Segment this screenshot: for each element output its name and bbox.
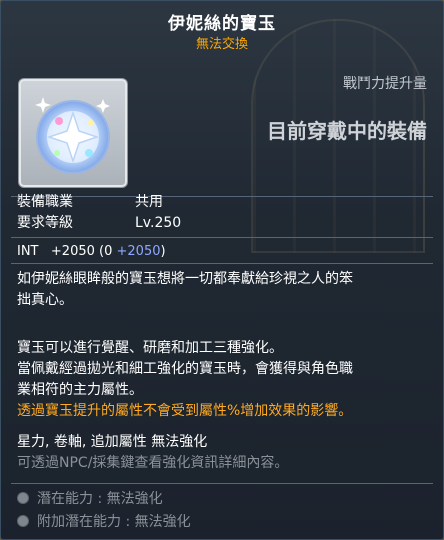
info-line: 當佩戴經過拋光和細工強化的寶玉時，會獲得與角色職 bbox=[17, 361, 353, 377]
divider bbox=[11, 483, 433, 484]
potential-bullet-icon bbox=[17, 492, 29, 504]
job-label: 裝備職業 bbox=[17, 194, 73, 210]
item-tooltip: 伊妮絲的寶玉 無法交換 戰鬥力提升量 目前穿戴中的裝備 裝備職業 共用 要求等級… bbox=[0, 0, 444, 540]
potential-row: 潛在能力 : 無法強化 bbox=[17, 488, 163, 508]
stat-bonus: +2050 bbox=[116, 244, 161, 259]
info-line: 業相符的主力屬性。 bbox=[17, 382, 143, 398]
npc-hint-line: 可透過NPC/採集鍵查看強化資訊詳細內容。 bbox=[17, 455, 289, 471]
stat-base: (0 bbox=[99, 244, 113, 259]
stat-percent-warning: 透過寶玉提升的屬性不會受到屬性%增加效果的影響。 bbox=[17, 403, 353, 419]
level-label: 要求等級 bbox=[17, 215, 73, 231]
level-requirement-row: 要求等級 Lv.250 bbox=[17, 212, 181, 232]
inner-ability-gem-icon bbox=[35, 97, 110, 174]
currently-equipped-label: 目前穿戴中的裝備 bbox=[267, 119, 427, 143]
no-enhance-line: 星力, 卷軸, 追加屬性 無法強化 bbox=[17, 434, 208, 450]
divider bbox=[11, 263, 433, 264]
stat-name: INT bbox=[17, 244, 39, 259]
trade-status: 無法交換 bbox=[195, 37, 248, 52]
additional-potential-row: 附加潛在能力 : 無法強化 bbox=[17, 511, 191, 531]
int-stat-row: INT +2050 (0 +2050) bbox=[17, 244, 166, 259]
power-increase-label: 戰鬥力提升量 bbox=[343, 76, 427, 92]
job-value: 共用 bbox=[135, 194, 163, 210]
enhancement-info: 寶玉可以進行覺醒、研磨和加工三種強化。 當佩戴經過拋光和細工強化的寶玉時，會獲得… bbox=[17, 338, 431, 474]
flavor-line: 拙真心。 bbox=[17, 292, 73, 308]
flavor-text: 如伊妮絲眼眸般的寶玉想將一切都奉獻給珍視之人的笨 拙真心。 bbox=[17, 269, 431, 311]
flavor-line: 如伊妮絲眼眸般的寶玉想將一切都奉獻給珍視之人的笨 bbox=[17, 271, 353, 287]
stat-close: ) bbox=[160, 244, 166, 259]
item-icon-frame bbox=[18, 78, 128, 188]
potential-text: 潛在能力 : 無法強化 bbox=[37, 491, 163, 507]
additional-potential-text: 附加潛在能力 : 無法強化 bbox=[37, 514, 191, 530]
divider bbox=[11, 237, 433, 238]
stat-total: +2050 bbox=[50, 244, 95, 259]
item-name: 伊妮絲的寶玉 bbox=[168, 14, 276, 34]
info-line: 寶玉可以進行覺醒、研磨和加工三種強化。 bbox=[17, 340, 283, 356]
level-value: Lv.250 bbox=[135, 215, 182, 231]
job-requirement-row: 裝備職業 共用 bbox=[17, 191, 163, 211]
additional-potential-bullet-icon bbox=[17, 515, 29, 527]
